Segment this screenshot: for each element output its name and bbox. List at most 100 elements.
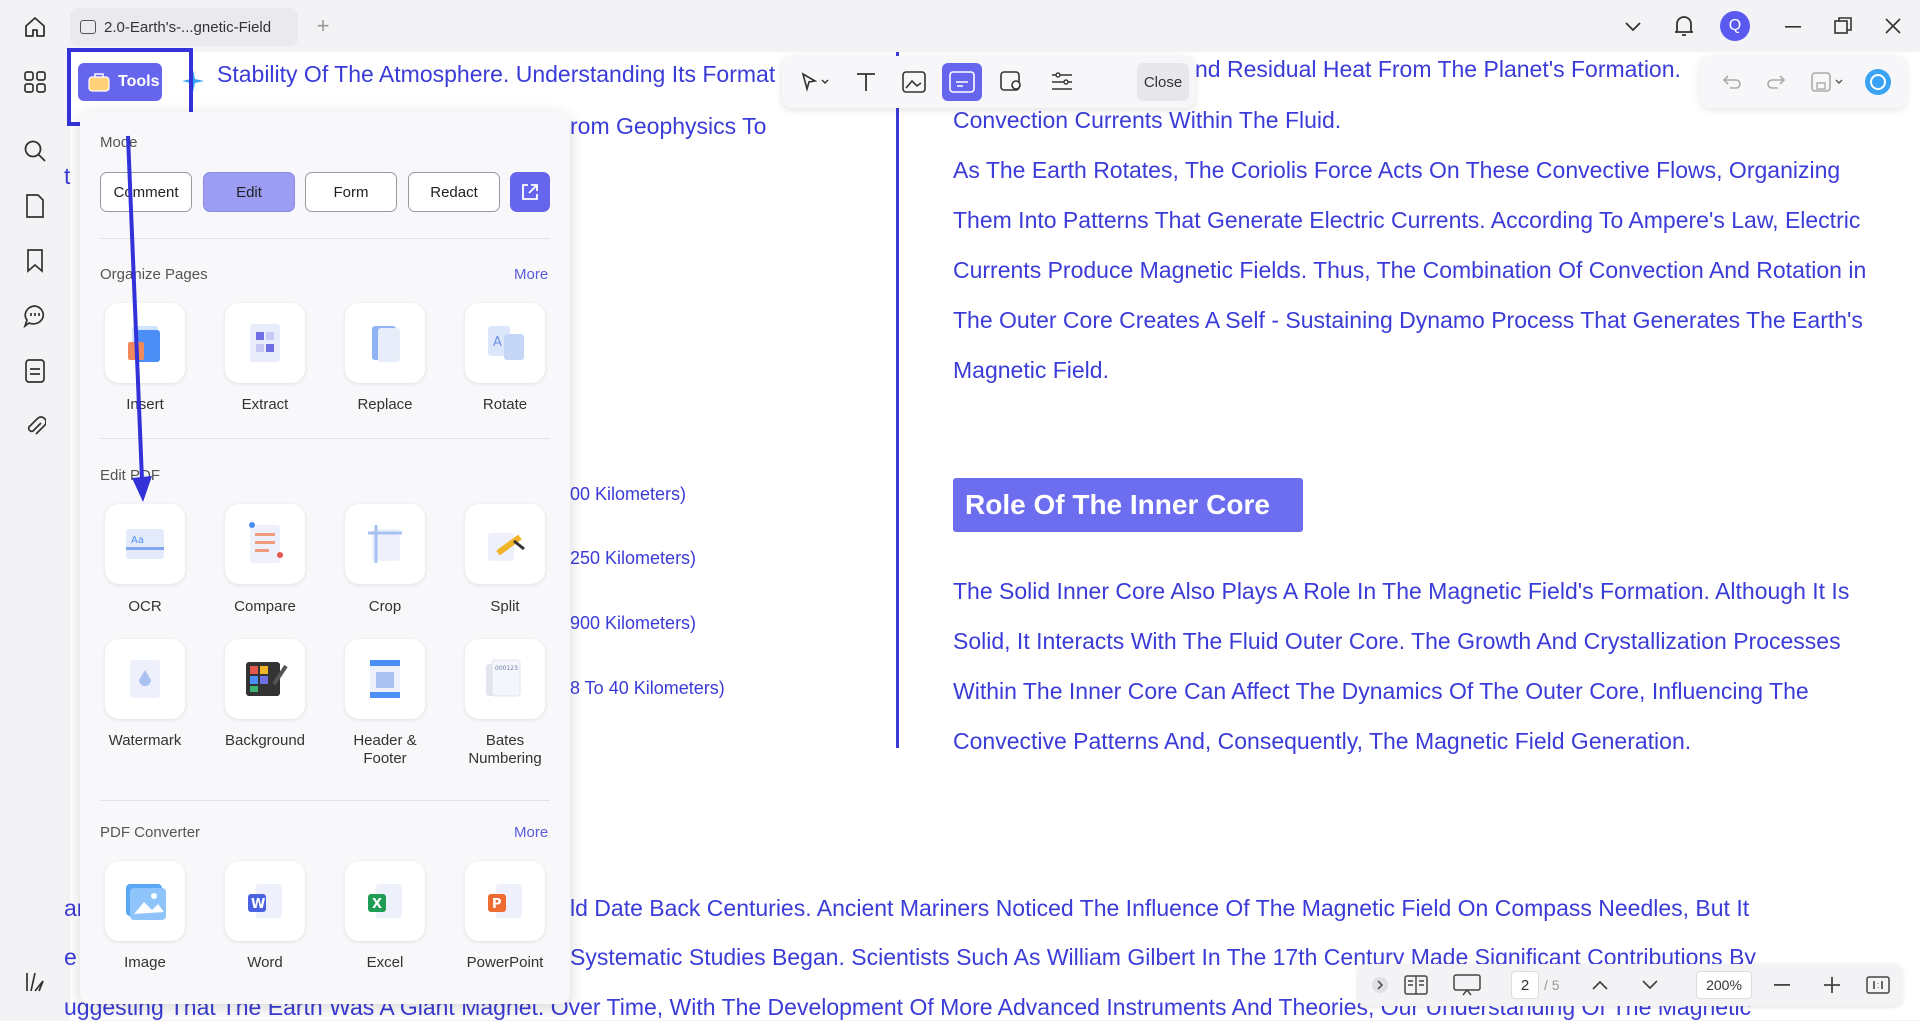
title-bar: 2.0-Earth's-...gnetic-Field + Q	[0, 0, 1920, 52]
layer-label: 8 To 40 Kilometers)	[570, 678, 725, 698]
doc-text-line: Within The Inner Core Can Affect The Dyn…	[953, 678, 1809, 704]
replace-label: Replace	[357, 396, 413, 413]
layer-label: 00 Kilometers)	[570, 484, 687, 504]
ocr-icon[interactable]: Aa	[105, 504, 185, 584]
open-external-icon[interactable]	[510, 172, 550, 212]
add-image-tool[interactable]	[894, 63, 934, 101]
watermark-icon[interactable]	[105, 639, 185, 719]
doc-text-line: nd Residual Heat From The Planet's Forma…	[1195, 56, 1681, 82]
svg-text:W: W	[251, 897, 265, 912]
page-layout-icon[interactable]	[1402, 972, 1430, 998]
image-label: Image	[124, 954, 166, 971]
page-navigation-bar: 2 / 5 200%	[1358, 964, 1902, 1006]
expand-icon[interactable]	[1366, 972, 1394, 998]
sidebar-toggle-icon[interactable]	[20, 967, 50, 997]
header-footer-label: Header & Footer	[353, 732, 417, 767]
history-toolbar	[1700, 56, 1906, 108]
powerpoint-label: PowerPoint	[466, 954, 544, 971]
close-edit-button[interactable]: Close	[1137, 63, 1189, 101]
undo-icon[interactable]	[1712, 63, 1752, 101]
doc-text-fragment: e	[64, 944, 77, 970]
avatar[interactable]: Q	[1720, 11, 1750, 41]
close-window-icon[interactable]	[1880, 13, 1906, 39]
page-total: / 5	[1544, 977, 1560, 993]
doc-text-line: The Solid Inner Core Also Plays A Role I…	[953, 578, 1850, 604]
minimize-icon[interactable]	[1780, 14, 1806, 40]
page-thumbnail-icon[interactable]	[20, 191, 50, 221]
bates-numbering-icon[interactable]: 000123	[465, 639, 545, 719]
ai-assistant-icon[interactable]	[1858, 63, 1898, 101]
doc-text-line: Solid, It Interacts With The Fluid Outer…	[953, 628, 1841, 654]
background-icon[interactable]	[225, 639, 305, 719]
mode-form-button[interactable]: Form	[305, 172, 397, 212]
comments-icon[interactable]	[20, 301, 50, 331]
svg-text:X: X	[372, 897, 382, 912]
restore-icon[interactable]	[1830, 13, 1856, 39]
edit-toolbar: Close	[782, 56, 1195, 108]
layer-label: 900 Kilometers)	[570, 613, 697, 633]
image-convert-icon[interactable]	[105, 861, 185, 941]
rotate-icon[interactable]: A	[465, 303, 545, 383]
edit-link-tool[interactable]	[942, 63, 982, 101]
crop-icon[interactable]	[345, 504, 425, 584]
properties-icon[interactable]	[1042, 63, 1082, 101]
compare-label: Compare	[234, 598, 296, 615]
column-divider	[896, 52, 899, 748]
search-icon[interactable]	[20, 136, 50, 166]
extract-icon[interactable]	[225, 303, 305, 383]
chevron-down-icon[interactable]	[1620, 14, 1646, 40]
doc-text-line: Currents Produce Magnetic Fields. Thus, …	[953, 257, 1867, 283]
svg-text:P: P	[492, 897, 502, 912]
watermark-label: Watermark	[108, 732, 182, 749]
bookmark-icon[interactable]	[20, 246, 50, 276]
add-text-tool[interactable]	[846, 63, 886, 101]
doc-text-line: As The Earth Rotates, The Coriolis Force…	[953, 157, 1841, 183]
select-tool[interactable]	[790, 63, 840, 101]
document-tab[interactable]: 2.0-Earth's-...gnetic-Field	[70, 8, 298, 46]
mode-redact-button[interactable]: Redact	[408, 172, 500, 212]
converter-more-link[interactable]: More	[514, 824, 548, 841]
extract-label: Extract	[241, 396, 289, 413]
watermark-tool[interactable]	[992, 63, 1032, 101]
zoom-in-icon[interactable]	[1818, 972, 1846, 998]
section-heading: Role Of The Inner Core	[953, 478, 1303, 532]
doc-text-line: Magnetic Field.	[953, 357, 1109, 383]
divider	[100, 800, 550, 801]
mode-edit-button[interactable]: Edit	[203, 172, 295, 212]
new-tab-button[interactable]: +	[310, 13, 336, 39]
converter-section-title: PDF Converter	[100, 824, 201, 841]
background-label: Background	[224, 732, 306, 749]
svg-text:000123: 000123	[495, 665, 518, 672]
layer-label: 250 Kilometers)	[570, 548, 697, 568]
word-label: Word	[247, 954, 283, 971]
split-icon[interactable]	[465, 504, 545, 584]
header-footer-icon[interactable]	[345, 639, 425, 719]
next-page-icon[interactable]	[1636, 972, 1664, 998]
present-icon[interactable]	[1450, 972, 1484, 998]
doc-text-line: The Outer Core Creates A Self - Sustaini…	[953, 307, 1863, 333]
zoom-level-input[interactable]: 200%	[1696, 971, 1752, 999]
actual-size-icon[interactable]	[1864, 972, 1892, 998]
ocr-label: OCR	[128, 598, 162, 615]
page-number-input[interactable]: 2	[1511, 971, 1539, 999]
home-icon[interactable]	[20, 13, 50, 41]
doc-text-line: Them Into Patterns That Generate Electri…	[953, 207, 1861, 233]
word-convert-icon[interactable]: W	[225, 861, 305, 941]
redo-icon[interactable]	[1756, 63, 1796, 101]
replace-icon[interactable]	[345, 303, 425, 383]
doc-text-fragment: t	[64, 163, 71, 189]
form-fields-icon[interactable]	[20, 356, 50, 386]
excel-convert-icon[interactable]: X	[345, 861, 425, 941]
split-label: Split	[490, 598, 520, 615]
save-icon[interactable]	[1800, 63, 1856, 101]
comment-icon	[80, 20, 96, 34]
previous-page-icon[interactable]	[1586, 972, 1614, 998]
zoom-out-icon[interactable]	[1768, 972, 1796, 998]
powerpoint-convert-icon[interactable]: P	[465, 861, 545, 941]
attachment-icon[interactable]	[20, 411, 50, 441]
compare-icon[interactable]	[225, 504, 305, 584]
organize-more-link[interactable]: More	[514, 266, 548, 283]
apps-grid-icon[interactable]	[20, 67, 50, 97]
crop-label: Crop	[368, 598, 402, 615]
bell-icon[interactable]	[1670, 12, 1698, 40]
